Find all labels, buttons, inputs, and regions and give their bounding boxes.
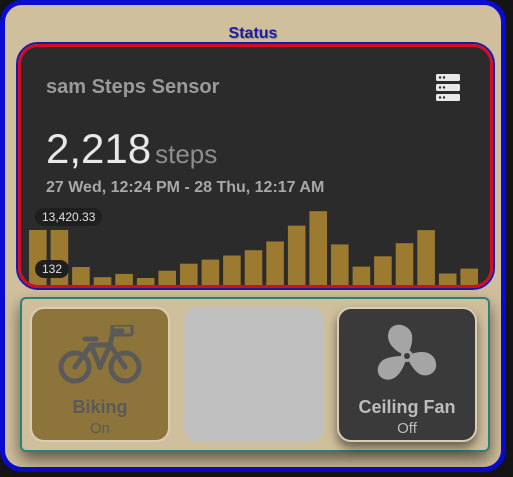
- chart-bar: [352, 266, 371, 285]
- chart-bar: [460, 268, 478, 285]
- chart-bar: [72, 267, 90, 285]
- chart-min-label: 132: [35, 260, 70, 278]
- chart-bar: [374, 256, 392, 285]
- chart-bar: [266, 241, 284, 285]
- ceiling-fan-tile[interactable]: Ceiling Fan Off: [337, 307, 477, 442]
- biking-name: Biking: [72, 397, 128, 417]
- chart-bar: [223, 255, 241, 285]
- chart-bar: [395, 243, 414, 285]
- empty-tile[interactable]: [184, 307, 324, 442]
- ceiling-fan-state: Off: [397, 420, 417, 437]
- ceiling-fan-name: Ceiling Fan: [358, 397, 456, 417]
- chart-bar: [115, 273, 133, 285]
- biking-tile[interactable]: Biking On: [30, 307, 170, 442]
- chart-bar: [93, 277, 112, 285]
- sensor-value-row: 2,218 steps: [46, 125, 217, 173]
- sensor-value: 2,218: [46, 125, 152, 172]
- card-title: Status: [228, 25, 278, 42]
- sensor-unit: steps: [155, 139, 218, 169]
- time-range: 27 Wed, 12:24 PM - 28 Thu, 12:17 AM: [46, 179, 325, 196]
- chart-bar: [417, 230, 435, 285]
- chart-bar: [136, 278, 155, 285]
- chart-bar: [309, 211, 327, 285]
- sensor-name: sam Steps Sensor: [46, 76, 220, 98]
- status-card: Status sam Steps Sensor 2,218 steps 27 We…: [0, 0, 506, 472]
- server-icon[interactable]: [436, 73, 460, 103]
- chart-bar: [438, 273, 457, 285]
- chart-max-label: 13,420.33: [35, 208, 103, 226]
- chart-bar: [331, 244, 349, 285]
- chart-bar: [244, 250, 263, 285]
- fan-icon: [377, 324, 437, 380]
- entity-tiles: Biking On Ceiling Fan Off: [20, 297, 490, 452]
- steps-sensor-card[interactable]: sam Steps Sensor 2,218 steps 27 Wed, 12:2…: [16, 42, 495, 290]
- chart-bar: [287, 225, 306, 285]
- bicycle-icon: [58, 325, 142, 384]
- chart-bar: [201, 259, 220, 285]
- chart-bar: [158, 270, 176, 285]
- chart-bar: [180, 263, 198, 285]
- biking-state: On: [89, 420, 110, 437]
